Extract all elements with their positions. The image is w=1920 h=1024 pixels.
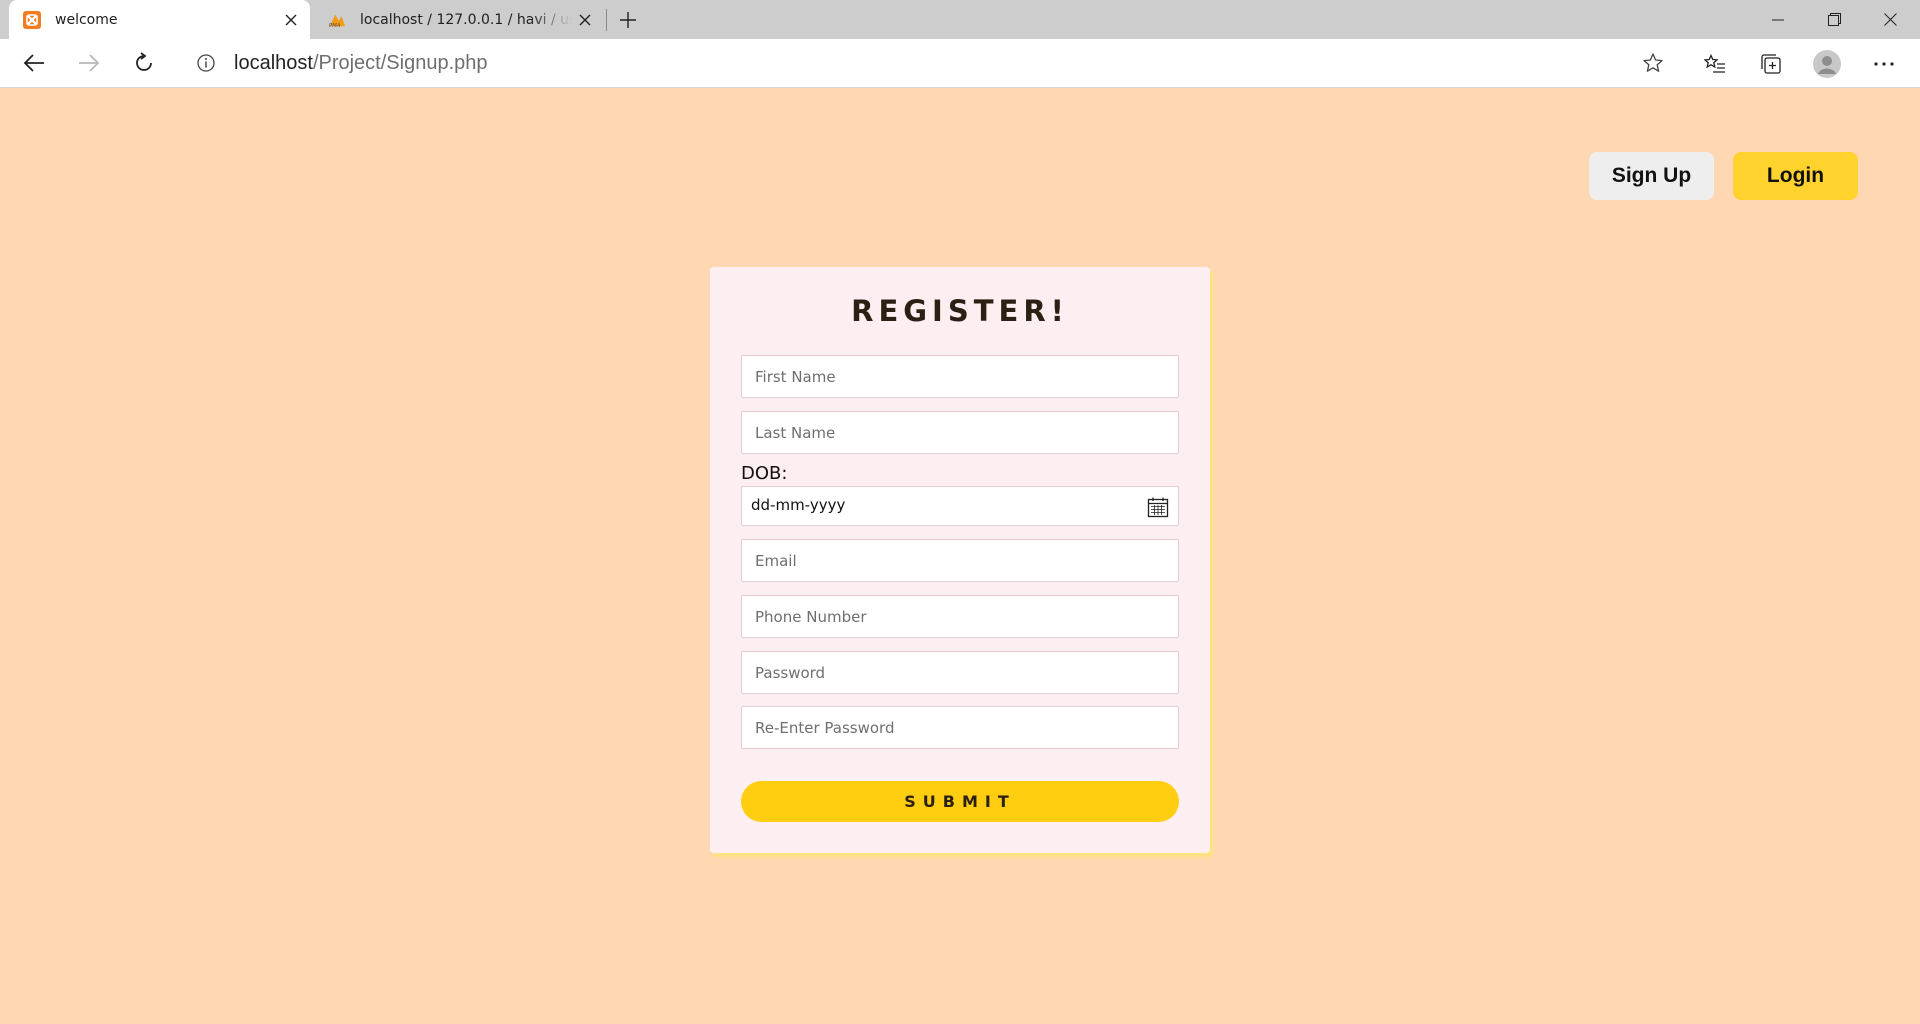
- tab-title: localhost / 127.0.0.1 / havi / users: [360, 11, 572, 28]
- minimize-icon: [1772, 19, 1784, 20]
- close-icon: [1883, 13, 1897, 26]
- settings-more-button[interactable]: [1866, 46, 1902, 82]
- dob-date-input[interactable]: dd-mm-yyyy: [741, 486, 1179, 526]
- collections-button[interactable]: [1753, 46, 1789, 82]
- browser-tab-welcome[interactable]: welcome: [9, 0, 310, 39]
- email-input[interactable]: [741, 539, 1179, 582]
- first-name-input[interactable]: [741, 355, 1179, 398]
- close-window-button[interactable]: [1862, 0, 1918, 39]
- star-icon[interactable]: [1642, 52, 1664, 74]
- browser-toolbar: localhost/Project/Signup.php: [0, 39, 1920, 88]
- minimize-button[interactable]: [1750, 0, 1806, 39]
- refresh-button[interactable]: [126, 45, 162, 81]
- refresh-icon: [136, 52, 152, 71]
- dob-placeholder: dd-mm-yyyy: [751, 496, 846, 514]
- submit-button[interactable]: SUBMIT: [741, 781, 1179, 822]
- profile-button[interactable]: [1809, 46, 1845, 82]
- plus-icon: [620, 12, 636, 28]
- phpmyadmin-favicon-icon: PMA: [328, 11, 346, 29]
- xampp-favicon-icon: [23, 10, 41, 29]
- register-card: REGISTER! DOB: dd-mm-yyyy SUBMIT: [710, 267, 1210, 853]
- phone-number-input[interactable]: [741, 595, 1179, 638]
- signup-nav-button[interactable]: Sign Up: [1589, 152, 1714, 200]
- info-icon[interactable]: [196, 53, 216, 73]
- browser-tab-phpmyadmin[interactable]: PMA localhost / 127.0.0.1 / havi / users: [314, 0, 604, 39]
- address-bar[interactable]: localhost/Project/Signup.php: [180, 44, 1680, 82]
- last-name-input[interactable]: [741, 411, 1179, 454]
- new-tab-button[interactable]: [612, 4, 644, 36]
- restore-icon: [1827, 13, 1841, 26]
- svg-text:PMA: PMA: [329, 23, 341, 29]
- tab-close-icon[interactable]: [278, 7, 304, 33]
- tab-separator: [606, 9, 607, 31]
- collections-icon: [1761, 54, 1781, 74]
- browser-tab-bar: welcome PMA localhost / 127.0.0.1 / havi…: [0, 0, 1920, 39]
- password-input[interactable]: [741, 651, 1179, 694]
- tab-close-icon[interactable]: [572, 7, 598, 33]
- favorites-list-icon: [1704, 54, 1725, 73]
- restore-button[interactable]: [1806, 0, 1862, 39]
- back-button[interactable]: [16, 45, 52, 81]
- more-icon: [1874, 62, 1894, 66]
- reenter-password-input[interactable]: [741, 706, 1179, 749]
- url-path: /Project/Signup.php: [312, 52, 488, 74]
- login-nav-button[interactable]: Login: [1733, 152, 1858, 200]
- calendar-icon[interactable]: [1147, 496, 1169, 518]
- favorites-button[interactable]: [1697, 46, 1733, 82]
- form-title: REGISTER!: [851, 294, 1069, 328]
- forward-button[interactable]: [71, 45, 107, 81]
- arrow-right-icon: [79, 54, 100, 72]
- avatar-icon: [1813, 50, 1841, 78]
- dob-label: DOB:: [741, 463, 788, 484]
- url-text[interactable]: localhost/Project/Signup.php: [234, 52, 488, 75]
- tab-title: welcome: [55, 11, 118, 28]
- arrow-left-icon: [23, 54, 44, 72]
- url-host: localhost: [234, 52, 313, 74]
